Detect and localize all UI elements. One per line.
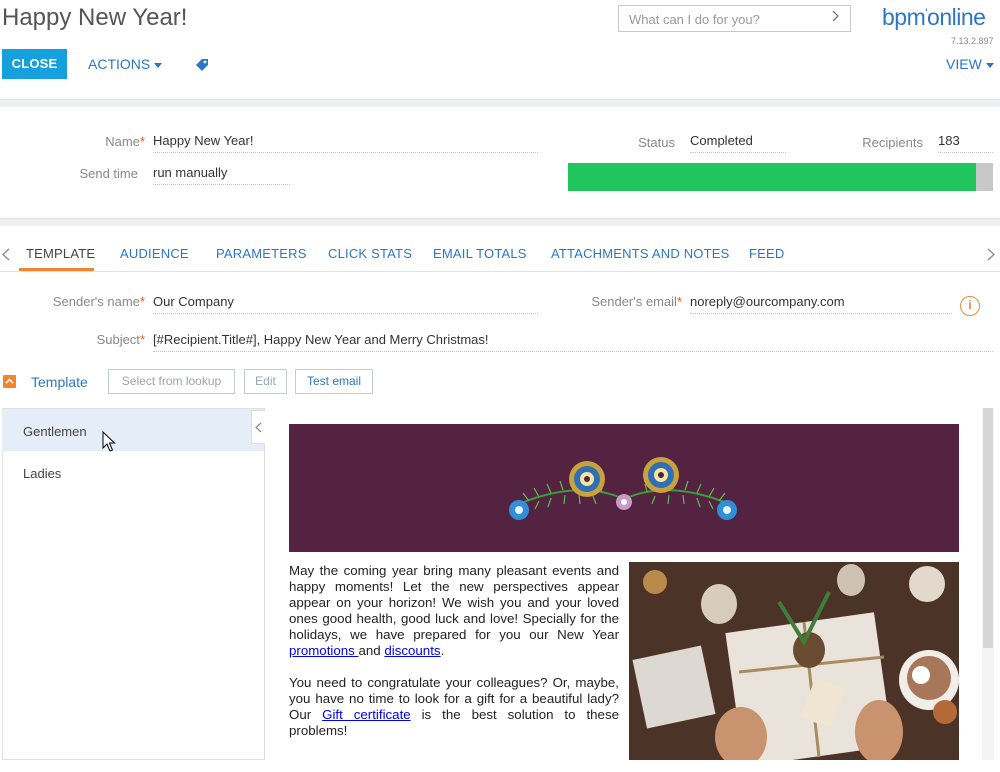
collapse-section-icon[interactable] <box>3 375 16 388</box>
bpmonline-logo: bpm'online <box>882 4 986 30</box>
sender-email-field[interactable]: noreply@ourcompany.com <box>690 294 952 314</box>
tab-parameters[interactable]: PARAMETERS <box>216 246 307 261</box>
select-from-lookup-button[interactable]: Select from lookup <box>108 369 235 394</box>
edit-button[interactable]: Edit <box>244 369 287 394</box>
tab-email-totals[interactable]: EMAIL TOTALS <box>433 246 527 261</box>
recipients-label: Recipients <box>862 135 923 150</box>
gift-photo-image <box>629 562 959 760</box>
send-time-field[interactable]: run manually <box>153 165 290 185</box>
active-tab-indicator <box>19 268 94 271</box>
view-label: VIEW <box>946 56 982 72</box>
gift-certificate-link[interactable]: Gift certificate <box>322 707 411 722</box>
test-email-button[interactable]: Test email <box>295 369 373 394</box>
close-button[interactable]: CLOSE <box>2 49 67 79</box>
subject-label: Subject* <box>96 332 145 347</box>
subject-field[interactable]: [#Recipient.Title#], Happy New Year and … <box>153 332 993 352</box>
caret-down-icon <box>154 62 163 68</box>
tabs-scroll-left-icon[interactable] <box>2 248 10 261</box>
command-search-input[interactable]: What can I do for you? <box>618 5 851 32</box>
version-label: 7.13.2.897 <box>951 36 994 46</box>
section-divider <box>0 218 1000 226</box>
actions-label: ACTIONS <box>88 56 151 72</box>
sender-name-field[interactable]: Our Company <box>153 294 538 314</box>
send-time-label: Send time <box>79 166 138 181</box>
promotions-link[interactable]: promotions <box>289 643 358 658</box>
name-label: Name* <box>105 134 145 149</box>
chevron-left-icon <box>255 422 262 433</box>
tab-template[interactable]: TEMPLATE <box>26 246 95 261</box>
sender-name-label: Sender's name* <box>52 294 145 309</box>
tabs-scroll-right-icon[interactable] <box>987 248 995 261</box>
actions-menu-button[interactable]: ACTIONS <box>88 56 163 72</box>
email-paragraph: May the coming year bring many pleasant … <box>289 563 619 658</box>
discounts-link[interactable]: discounts <box>384 643 440 658</box>
template-section-title[interactable]: Template <box>31 374 88 390</box>
email-banner-image <box>289 424 959 552</box>
name-field[interactable]: Happy New Year! <box>153 133 538 153</box>
pine-ornament-decoration <box>509 457 737 520</box>
page-title: Happy New Year! <box>2 4 188 31</box>
sender-email-label: Sender's email* <box>591 294 682 309</box>
search-placeholder: What can I do for you? <box>629 12 760 27</box>
send-progress-bar <box>568 163 993 191</box>
progress-fill <box>568 163 976 191</box>
chevron-right-icon <box>832 10 839 22</box>
email-body-text: May the coming year bring many pleasant … <box>289 563 619 755</box>
preview-scrollbar[interactable] <box>983 408 993 648</box>
mouse-cursor-icon <box>102 431 116 452</box>
section-divider <box>0 99 1000 107</box>
list-item-gentlemen[interactable]: Gentlemen <box>2 409 264 451</box>
list-item-ladies[interactable]: Ladies <box>2 451 264 493</box>
tabs-baseline <box>0 271 1000 272</box>
tab-feed[interactable]: FEED <box>749 246 784 261</box>
collapse-panel-button[interactable] <box>251 410 265 444</box>
tab-attachments-and-notes[interactable]: ATTACHMENTS AND NOTES <box>551 246 730 261</box>
status-field: Completed <box>690 133 786 153</box>
caret-down-icon <box>985 62 994 68</box>
gift-photo-illustration <box>629 562 959 760</box>
view-menu-button[interactable]: VIEW <box>946 56 994 72</box>
tab-click-stats[interactable]: CLICK STATS <box>328 246 412 261</box>
recipients-field: 183 <box>938 133 993 153</box>
info-icon[interactable]: i <box>960 296 980 316</box>
tab-audience[interactable]: AUDIENCE <box>120 246 189 261</box>
status-label: Status <box>638 135 675 150</box>
email-paragraph: You need to congratulate your colleagues… <box>289 675 619 738</box>
tag-icon[interactable] <box>194 57 210 73</box>
